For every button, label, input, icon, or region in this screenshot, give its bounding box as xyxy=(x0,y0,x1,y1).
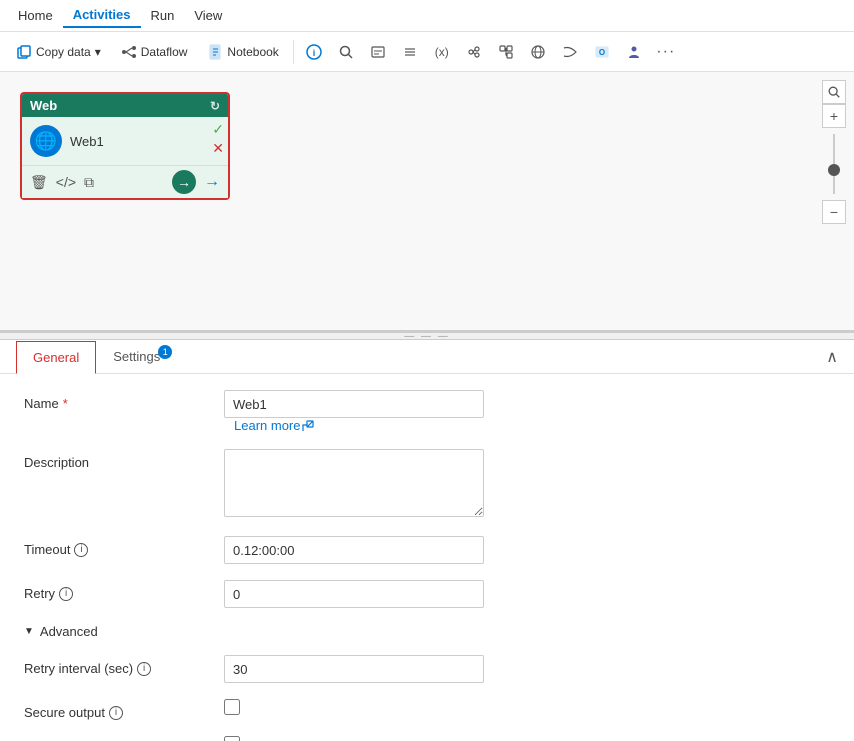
node-code-icon[interactable]: </> xyxy=(56,174,76,190)
name-label: Name * xyxy=(24,390,224,411)
list-toolbar-icon[interactable] xyxy=(396,38,424,66)
variable-toolbar-icon[interactable]: (x) xyxy=(428,38,456,66)
learn-more-link[interactable]: Learn more xyxy=(234,418,830,433)
timeout-label: Timeout i xyxy=(24,536,224,557)
teams-toolbar-icon[interactable] xyxy=(620,38,648,66)
copy-data-button[interactable]: Copy data ▾ xyxy=(8,40,109,64)
node-body: 🌐 Web1 xyxy=(22,117,212,165)
panel-divider[interactable]: — — — xyxy=(0,332,854,340)
bottom-panel: General Settings 1 ∧ Name * Learn more xyxy=(0,340,854,741)
timeout-control xyxy=(224,536,830,564)
toolbar: Copy data ▾ Dataflow Notebook i (x) xyxy=(0,32,854,72)
node-check-icon[interactable]: ✓ xyxy=(212,121,224,138)
retry-info-icon[interactable]: i xyxy=(59,587,73,601)
retry-row: Retry i xyxy=(24,580,830,608)
menu-view[interactable]: View xyxy=(184,4,232,27)
node-header-refresh-icon: ↻ xyxy=(210,99,220,113)
timeout-row: Timeout i xyxy=(24,536,830,564)
secure-output-info-icon[interactable]: i xyxy=(109,706,123,720)
tabs-row: General Settings 1 ∧ xyxy=(0,340,854,374)
search-zoom-icon[interactable] xyxy=(822,80,846,104)
retry-control xyxy=(224,580,830,608)
zoom-track xyxy=(833,134,835,194)
svg-text:O: O xyxy=(599,48,605,57)
name-required-star: * xyxy=(63,396,68,411)
timeout-info-icon[interactable]: i xyxy=(74,543,88,557)
text-toolbar-icon[interactable] xyxy=(364,38,392,66)
zoom-thumb xyxy=(828,164,840,176)
secure-output-row: Secure output i xyxy=(24,699,830,720)
branch-toolbar-icon[interactable] xyxy=(492,38,520,66)
menu-bar: Home Activities Run View xyxy=(0,0,854,32)
node-header: Web ↻ xyxy=(22,94,228,117)
notebook-button[interactable]: Notebook xyxy=(199,40,286,64)
retry-interval-control xyxy=(224,655,830,683)
advanced-chevron-icon: ▼ xyxy=(24,626,34,637)
menu-home[interactable]: Home xyxy=(8,4,63,27)
menu-run[interactable]: Run xyxy=(141,4,185,27)
retry-interval-input[interactable] xyxy=(224,655,484,683)
node-run-arrow[interactable]: → xyxy=(172,170,196,194)
link-toolbar-icon[interactable] xyxy=(460,38,488,66)
retry-label: Retry i xyxy=(24,580,224,601)
retry-input[interactable] xyxy=(224,580,484,608)
toolbar-divider-1 xyxy=(293,40,294,64)
svg-text:i: i xyxy=(313,48,316,58)
search-toolbar-icon[interactable] xyxy=(332,38,360,66)
dataflow-icon xyxy=(121,44,137,60)
name-control: Learn more xyxy=(224,390,830,433)
description-label: Description xyxy=(24,449,224,470)
node-side-arrow[interactable]: → xyxy=(204,173,220,191)
secure-output-control xyxy=(224,699,830,718)
secure-input-row: Secure input i xyxy=(24,736,830,741)
retry-interval-row: Retry interval (sec) i xyxy=(24,655,830,683)
node-name: Web1 xyxy=(70,134,204,149)
node-x-icon[interactable]: ✕ xyxy=(212,140,224,157)
zoom-slider[interactable] xyxy=(833,130,835,198)
description-row: Description xyxy=(24,449,830,520)
copy-icon xyxy=(16,44,32,60)
secure-input-label: Secure input i xyxy=(24,736,224,741)
stream-toolbar-icon[interactable] xyxy=(556,38,584,66)
tab-settings[interactable]: Settings 1 xyxy=(96,340,177,373)
tab-general[interactable]: General xyxy=(16,341,96,374)
retry-interval-label: Retry interval (sec) i xyxy=(24,655,224,676)
advanced-toggle[interactable]: ▼ Advanced xyxy=(24,624,830,639)
name-input[interactable] xyxy=(224,390,484,418)
timeout-input[interactable] xyxy=(224,536,484,564)
node-delete-icon[interactable]: 🗑 xyxy=(30,174,48,191)
activity-node: Web ↻ 🌐 Web1 ✓ ✕ 🗑 </> ⧉ → → xyxy=(20,92,230,200)
zoom-controls: + − xyxy=(822,80,846,224)
node-web-icon: 🌐 xyxy=(30,125,62,157)
form-area: Name * Learn more Description xyxy=(0,374,854,741)
zoom-minus-button[interactable]: − xyxy=(822,200,846,224)
retry-interval-info-icon[interactable]: i xyxy=(137,662,151,676)
more-toolbar-icon[interactable]: ··· xyxy=(652,38,680,66)
name-row: Name * Learn more xyxy=(24,390,830,433)
node-footer: 🗑 </> ⧉ → → xyxy=(22,165,228,198)
secure-output-label: Secure output i xyxy=(24,699,224,720)
description-control xyxy=(224,449,830,520)
node-header-title: Web xyxy=(30,98,57,113)
main-area: Web ↻ 🌐 Web1 ✓ ✕ 🗑 </> ⧉ → → xyxy=(0,72,854,741)
description-input[interactable] xyxy=(224,449,484,517)
notebook-icon xyxy=(207,44,223,60)
dataflow-button[interactable]: Dataflow xyxy=(113,40,196,64)
canvas-area: Web ↻ 🌐 Web1 ✓ ✕ 🗑 </> ⧉ → → xyxy=(0,72,854,332)
secure-input-checkbox[interactable] xyxy=(224,736,240,741)
node-status-icons: ✓ ✕ xyxy=(212,117,228,165)
settings-badge: 1 xyxy=(158,345,172,359)
copy-data-dropdown-icon: ▾ xyxy=(95,45,101,59)
secure-output-checkbox[interactable] xyxy=(224,699,240,715)
secure-input-control xyxy=(224,736,830,741)
info-toolbar-icon[interactable]: i xyxy=(300,38,328,66)
external-link-icon xyxy=(302,420,314,432)
zoom-plus-button[interactable]: + xyxy=(822,104,846,128)
outlook-toolbar-icon[interactable]: O xyxy=(588,38,616,66)
menu-activities[interactable]: Activities xyxy=(63,3,141,28)
collapse-panel-button[interactable]: ∧ xyxy=(826,347,838,367)
globe-toolbar-icon[interactable] xyxy=(524,38,552,66)
node-copy-icon[interactable]: ⧉ xyxy=(84,174,94,191)
